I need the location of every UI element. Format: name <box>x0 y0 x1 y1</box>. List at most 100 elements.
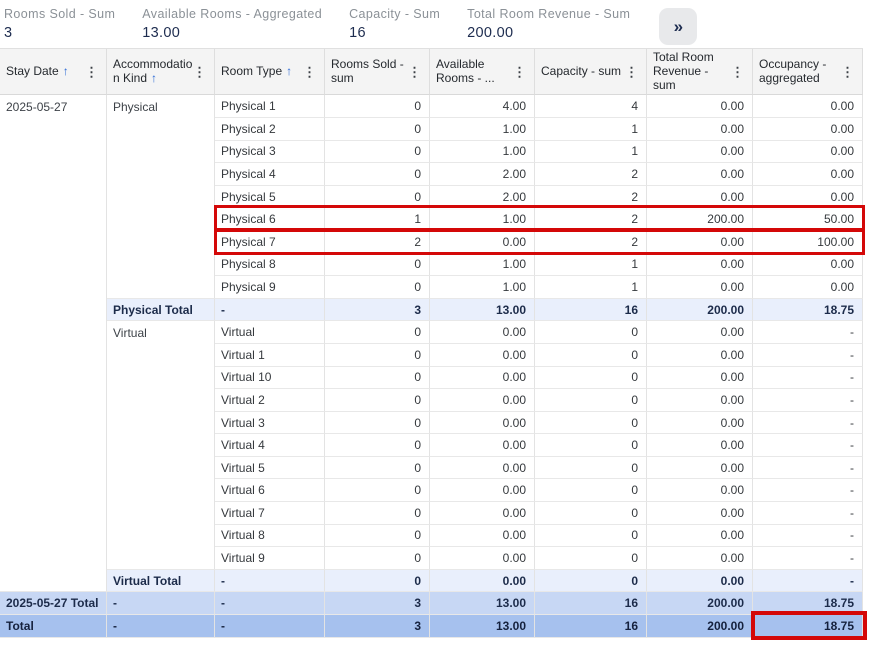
column-header-rooms_sold[interactable]: Rooms Sold - sum ⋮ <box>325 49 430 95</box>
column-menu-icon[interactable]: ⋮ <box>408 65 421 78</box>
cell-rooms_sold: 0 <box>325 367 430 390</box>
cell-stay-date: Total <box>0 615 107 638</box>
column-label: Stay Date <box>6 64 59 78</box>
cell-occupancy: - <box>753 502 863 525</box>
cell-available_rooms: 2.00 <box>430 163 535 186</box>
cell-capacity: 4 <box>535 95 647 118</box>
cell-stay-date: 2025-05-27 Total <box>0 592 107 615</box>
cell-rooms_sold: 0 <box>325 434 430 457</box>
cell-available_rooms: 2.00 <box>430 186 535 209</box>
cell-capacity: 0 <box>535 321 647 344</box>
cell-room-type: Virtual 1 <box>215 344 325 367</box>
cell-revenue: 0.00 <box>647 525 753 548</box>
metric-label: Capacity - Sum <box>349 7 440 22</box>
cell-occupancy: - <box>753 525 863 548</box>
cell-room-type: - <box>215 570 325 593</box>
cell-occupancy: 50.00 <box>753 208 863 231</box>
pivot-table: Stay Date↑⋮Accommodation Kind↑⋮Room Type… <box>0 48 863 638</box>
column-header-available_rooms[interactable]: Available Rooms - ...⋮ <box>430 49 535 95</box>
column-menu-icon[interactable]: ⋮ <box>303 65 316 78</box>
column-label: Rooms Sold - sum <box>331 57 404 85</box>
metric-label: Total Room Revenue - Sum <box>467 7 630 22</box>
metric-available-rooms: Available Rooms - Aggregated 13.00 <box>142 7 322 41</box>
cell-available_rooms: 0.00 <box>430 321 535 344</box>
cell-available_rooms: 13.00 <box>430 615 535 638</box>
cell-occupancy: 18.75 <box>753 299 863 322</box>
cell-revenue: 0.00 <box>647 95 753 118</box>
cell-occupancy: 18.75 <box>753 592 863 615</box>
cell-available_rooms: 1.00 <box>430 208 535 231</box>
column-menu-icon[interactable]: ⋮ <box>625 65 638 78</box>
cell-occupancy: - <box>753 547 863 570</box>
column-menu-icon[interactable]: ⋮ <box>513 65 526 78</box>
cell-available_rooms: 1.00 <box>430 141 535 164</box>
cell-rooms_sold: 0 <box>325 163 430 186</box>
cell-occupancy: 0.00 <box>753 95 863 118</box>
cell-occupancy: 0.00 <box>753 141 863 164</box>
cell-capacity: 2 <box>535 208 647 231</box>
cell-rooms_sold: 0 <box>325 141 430 164</box>
cell-available_rooms: 0.00 <box>430 389 535 412</box>
metric-value: 3 <box>4 25 115 41</box>
cell-capacity: 16 <box>535 615 647 638</box>
cell-occupancy: 0.00 <box>753 186 863 209</box>
cell-available_rooms: 0.00 <box>430 367 535 390</box>
column-header-capacity[interactable]: Capacity - sum ⋮ <box>535 49 647 95</box>
cell-revenue: 0.00 <box>647 163 753 186</box>
cell-room-type: - <box>215 299 325 322</box>
cell-rooms_sold: 3 <box>325 299 430 322</box>
cell-rooms_sold: 0 <box>325 389 430 412</box>
metric-value: 200.00 <box>467 25 630 41</box>
table-header: Stay Date↑⋮Accommodation Kind↑⋮Room Type… <box>0 49 863 95</box>
cell-capacity: 2 <box>535 186 647 209</box>
column-menu-icon[interactable]: ⋮ <box>841 65 854 78</box>
cell-occupancy: - <box>753 457 863 480</box>
column-menu-icon[interactable]: ⋮ <box>193 65 206 78</box>
cell-occupancy: - <box>753 344 863 367</box>
cell-capacity: 0 <box>535 547 647 570</box>
column-header-accommodation_kind[interactable]: Accommodation Kind↑⋮ <box>107 49 215 95</box>
cell-rooms_sold: 2 <box>325 231 430 254</box>
table-row: VirtualVirtual00.0000.00- <box>0 321 863 344</box>
cell-rooms_sold: 3 <box>325 592 430 615</box>
cell-accommodation-kind: - <box>107 615 215 638</box>
cell-capacity: 1 <box>535 118 647 141</box>
cell-room-type: Virtual 4 <box>215 434 325 457</box>
table-body: 2025-05-27PhysicalPhysical 104.0040.000.… <box>0 95 863 637</box>
cell-occupancy: - <box>753 570 863 593</box>
cell-rooms_sold: 0 <box>325 457 430 480</box>
cell-rooms_sold: 0 <box>325 186 430 209</box>
cell-capacity: 2 <box>535 163 647 186</box>
cell-occupancy: - <box>753 479 863 502</box>
column-menu-icon[interactable]: ⋮ <box>731 65 744 78</box>
cell-stay-date: 2025-05-27 <box>0 95 107 592</box>
cell-room-type: - <box>215 592 325 615</box>
column-label: Total Room Revenue - sum <box>653 50 714 92</box>
column-menu-icon[interactable]: ⋮ <box>85 65 98 78</box>
cell-capacity: 2 <box>535 231 647 254</box>
cell-room-type: Virtual 10 <box>215 367 325 390</box>
table-row-subtotal: Virtual Total-00.0000.00- <box>0 570 863 593</box>
cell-accommodation-kind: Physical <box>107 95 215 298</box>
cell-rooms_sold: 0 <box>325 570 430 593</box>
cell-occupancy: - <box>753 434 863 457</box>
cell-revenue: 0.00 <box>647 389 753 412</box>
cell-available_rooms: 13.00 <box>430 299 535 322</box>
column-label: Room Type <box>221 64 282 78</box>
column-header-room_type[interactable]: Room Type↑⋮ <box>215 49 325 95</box>
cell-capacity: 0 <box>535 479 647 502</box>
cell-rooms_sold: 0 <box>325 344 430 367</box>
cell-room-type: Virtual 3 <box>215 412 325 435</box>
column-header-occupancy[interactable]: Occupancy - aggregated⋮ <box>753 49 863 95</box>
cell-available_rooms: 0.00 <box>430 457 535 480</box>
cell-occupancy: 0.00 <box>753 118 863 141</box>
report-page: Rooms Sold - Sum 3 Available Rooms - Agg… <box>0 0 869 638</box>
metric-capacity: Capacity - Sum 16 <box>349 7 440 41</box>
expand-metrics-button[interactable]: » <box>659 8 697 45</box>
cell-capacity: 16 <box>535 299 647 322</box>
column-label: Capacity - sum <box>541 64 621 78</box>
column-header-stay_date[interactable]: Stay Date↑⋮ <box>0 49 107 95</box>
cell-available_rooms: 1.00 <box>430 118 535 141</box>
cell-available_rooms: 1.00 <box>430 254 535 277</box>
column-header-revenue[interactable]: Total Room Revenue - sum ⋮ <box>647 49 753 95</box>
